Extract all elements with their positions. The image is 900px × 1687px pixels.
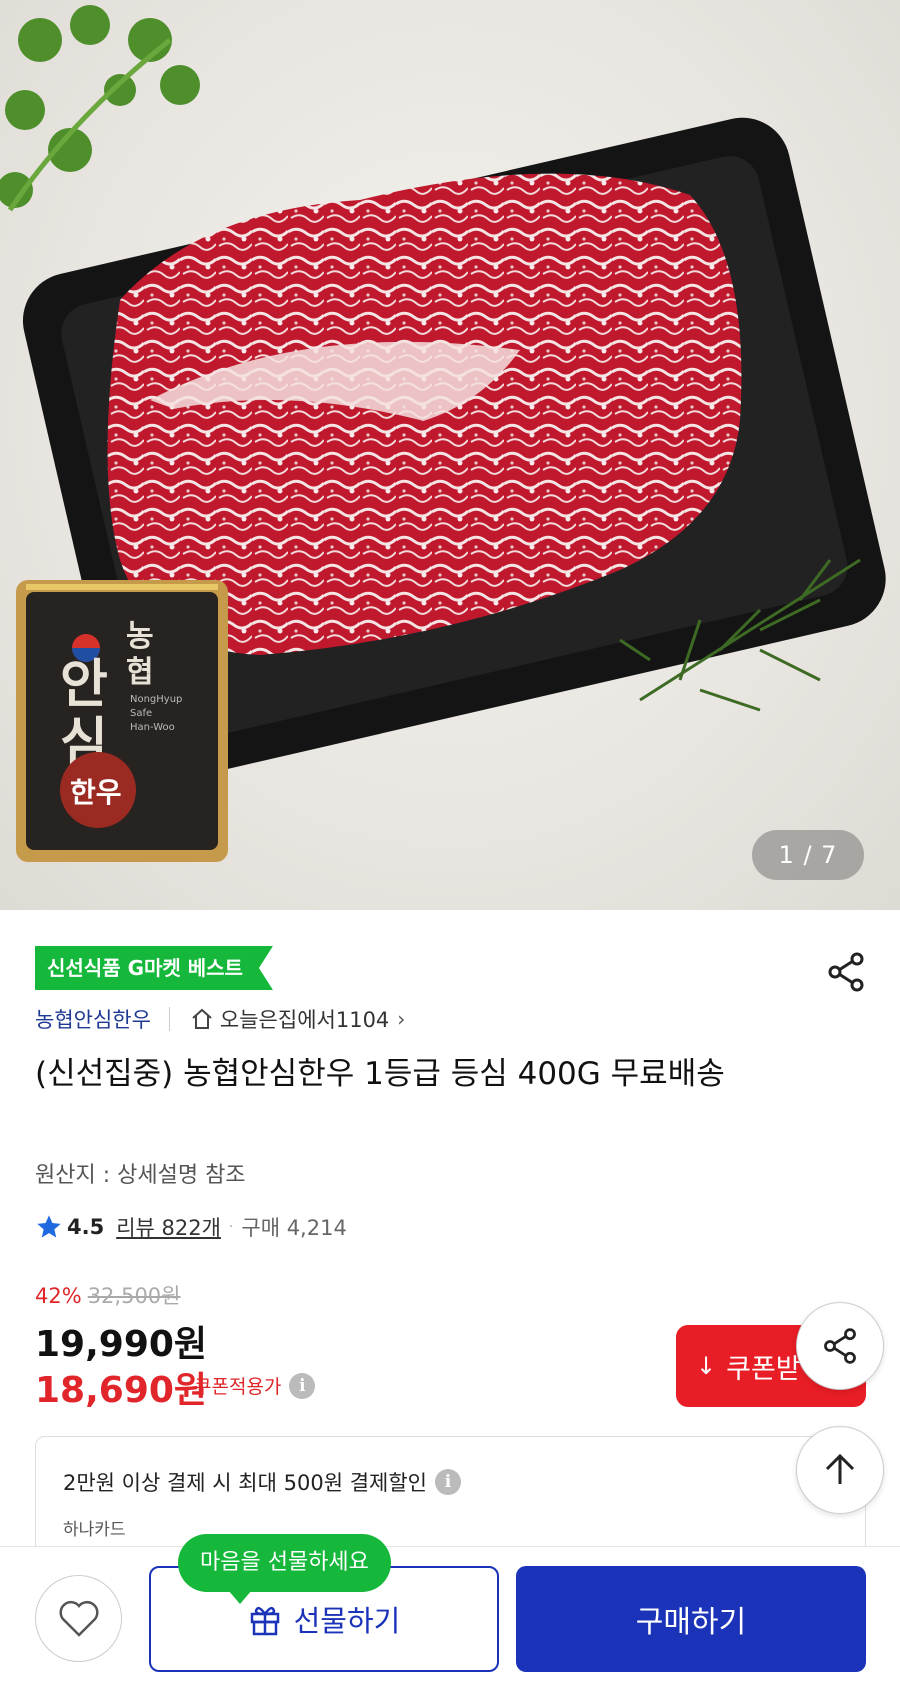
product-title: (신선집중) 농협안심한우 1등급 등심 400G 무료배송 xyxy=(35,1056,725,1092)
share-icon[interactable] xyxy=(824,950,868,994)
product-photo: 농 협 안 심 NongHyup Safe Han-Woo 한우 xyxy=(0,5,886,862)
nonghyup-hanwoo-seal: 농 협 안 심 NongHyup Safe Han-Woo 한우 xyxy=(16,580,228,862)
floating-share-button[interactable] xyxy=(796,1302,884,1390)
coupon-label-text: 쿠폰적용가 xyxy=(194,1376,282,1398)
image-counter: 1 / 7 xyxy=(752,830,864,880)
share-icon xyxy=(824,1328,856,1364)
promo-card-name: 하나카드 xyxy=(63,1520,126,1540)
sale-price: 19,990원 xyxy=(35,1324,208,1365)
svg-text:협: 협 xyxy=(126,655,154,690)
svg-text:한우: 한우 xyxy=(70,776,122,809)
heart-icon xyxy=(58,1600,99,1637)
svg-text:Safe: Safe xyxy=(130,708,152,719)
download-icon: ↓ xyxy=(696,1352,717,1380)
store-name-link[interactable]: 농협안심한우 xyxy=(35,1004,151,1034)
svg-text:안: 안 xyxy=(60,655,108,715)
best-badge: 신선식품 G마켓 베스트 xyxy=(35,946,273,990)
parsley-garnish xyxy=(0,5,200,212)
scroll-top-button[interactable] xyxy=(796,1426,884,1514)
coupon-price-label: 쿠폰적용가 i xyxy=(194,1372,316,1399)
rating-row: 4.5 리뷰 822개 · 구매 4,214 xyxy=(35,1212,347,1242)
coupon-price: 18,690원 xyxy=(35,1370,208,1411)
store-row: 농협안심한우 오늘은집에서1104 › xyxy=(35,1004,405,1034)
info-icon[interactable]: i xyxy=(434,1469,461,1495)
coupon-button-label: 쿠폰받 xyxy=(726,1353,801,1385)
home-icon xyxy=(192,1008,212,1029)
gift-tooltip: 마음을 선물하세요 xyxy=(178,1534,391,1604)
info-icon[interactable]: i xyxy=(289,1372,316,1399)
svg-text:NongHyup: NongHyup xyxy=(130,694,182,705)
buy-button[interactable]: 구매하기 xyxy=(516,1566,866,1672)
origin-info: 원산지 : 상세설명 참조 xyxy=(35,1163,246,1188)
chevron-right-icon: › xyxy=(397,1007,406,1031)
gift-button-label: 선물하기 xyxy=(293,1604,401,1638)
product-image-carousel[interactable]: 농 협 안 심 NongHyup Safe Han-Woo 한우 1 / 7 xyxy=(0,0,900,910)
svg-text:농: 농 xyxy=(126,619,154,654)
promo-text: 2만원 이상 결제 시 최대 500원 결제할인 xyxy=(63,1471,427,1495)
discount-percent: 42% xyxy=(35,1284,82,1308)
review-count-link[interactable]: 리뷰 822개 xyxy=(116,1212,221,1242)
purchase-count: 구매 4,214 xyxy=(241,1216,347,1240)
separator-dot: · xyxy=(228,1219,234,1235)
discount-row: 42% 32,500원 xyxy=(35,1280,181,1310)
gift-icon xyxy=(250,1606,279,1636)
star-icon xyxy=(37,1215,61,1238)
event-link[interactable]: 오늘은집에서1104 xyxy=(220,1004,389,1034)
svg-text:Han-Woo: Han-Woo xyxy=(130,722,175,733)
bottom-action-bar: 선물하기 구매하기 xyxy=(0,1546,900,1687)
divider xyxy=(168,1007,170,1031)
wishlist-button[interactable] xyxy=(35,1575,122,1662)
rating-score: 4.5 xyxy=(67,1215,105,1239)
original-price: 32,500원 xyxy=(87,1284,181,1308)
promo-main: 2만원 이상 결제 시 최대 500원 결제할인 i xyxy=(63,1467,461,1497)
arrow-up-icon xyxy=(825,1453,855,1484)
